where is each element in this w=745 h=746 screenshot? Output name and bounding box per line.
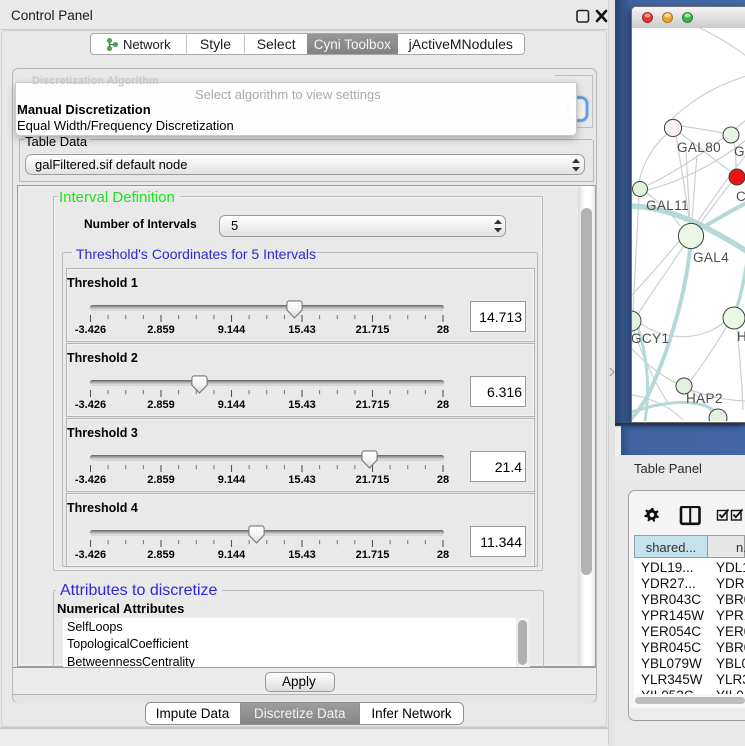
svg-text:C: C bbox=[736, 189, 745, 204]
svg-text:GAL80: GAL80 bbox=[677, 140, 721, 155]
svg-text:GA: GA bbox=[734, 144, 745, 159]
svg-text:GCY1: GCY1 bbox=[632, 331, 669, 346]
svg-text:H: H bbox=[737, 329, 745, 344]
svg-text:GAL11: GAL11 bbox=[646, 198, 689, 213]
svg-text:GAL4: GAL4 bbox=[693, 250, 729, 265]
svg-text:HAP2: HAP2 bbox=[686, 391, 723, 406]
